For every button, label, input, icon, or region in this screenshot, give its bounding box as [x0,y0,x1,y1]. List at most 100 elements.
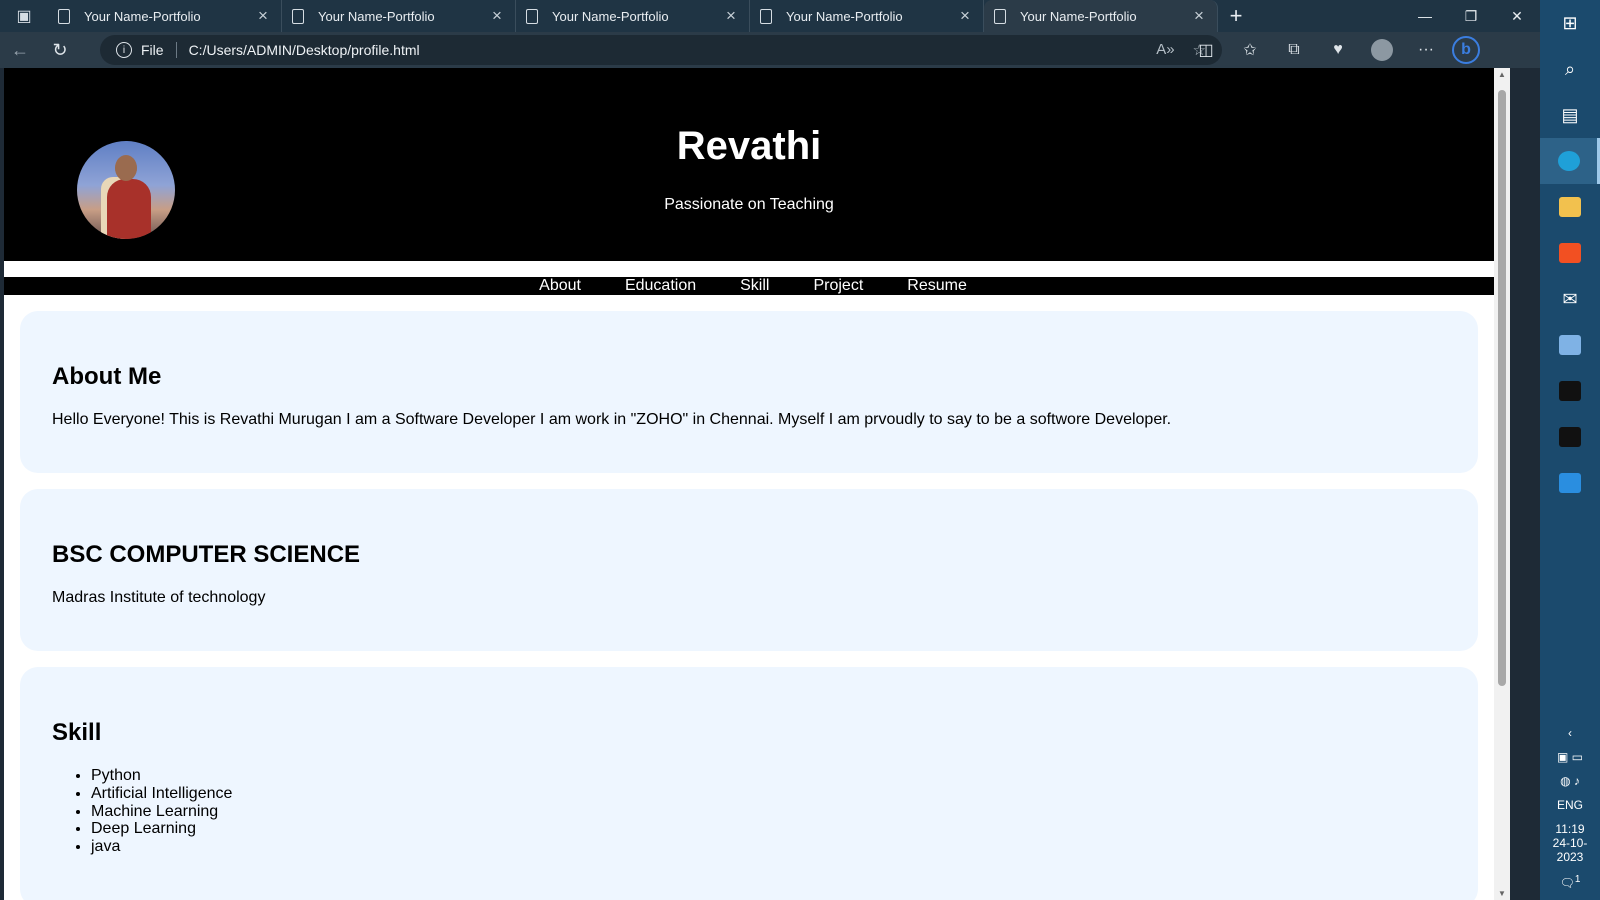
document-icon [292,8,304,24]
vscode-shape [1559,473,1581,493]
tab-title: Your Name-Portfolio [318,8,435,24]
store-bag-shape [1559,243,1581,263]
refresh-button[interactable]: ↻ [40,32,80,68]
language-indicator[interactable]: ENG [1540,798,1600,812]
terminal-shape [1559,381,1581,401]
close-window-button[interactable]: ✕ [1494,0,1540,32]
tab[interactable]: Your Name-Portfolio × [282,0,516,32]
show-hidden-icons-chevron-icon[interactable]: ‹ [1540,726,1600,740]
close-tab-icon[interactable]: × [255,6,271,26]
terminal-icon[interactable] [1540,368,1600,414]
clock-time: 11:19 [1555,822,1585,836]
back-button[interactable]: ← [0,32,40,68]
tab[interactable]: Your Name-Portfolio × [516,0,750,32]
skill-section: Skill Python Artificial Intelligence Mac… [20,667,1478,900]
close-tab-icon[interactable]: × [723,6,739,26]
close-tab-icon[interactable]: × [1191,6,1207,26]
list-item: java [91,838,1446,856]
tab-strip: ▣ Your Name-Portfolio × Your Name-Portfo… [0,0,1540,32]
close-tab-icon[interactable]: × [957,6,973,26]
about-section: About Me Hello Everyone! This is Revathi… [20,311,1478,473]
document-icon [526,8,538,24]
url-scheme: File [141,42,164,58]
document-icon [994,8,1006,24]
page-title: Revathi [676,124,822,168]
tab[interactable]: Your Name-Portfolio × [48,0,282,32]
edge-logo [1557,151,1580,171]
restore-button[interactable]: ❐ [1448,0,1494,32]
scrollbar-thumb[interactable] [1498,90,1506,686]
hero-header: Revathi Passionate on Teaching [4,68,1494,261]
store-icon[interactable] [1540,230,1600,276]
search-icon[interactable]: ⌕ [1540,46,1600,92]
nav-link-skill[interactable]: Skill [740,277,769,295]
skill-heading: Skill [52,719,102,746]
notifications-icon[interactable]: 🗨1 [1540,874,1600,890]
divider [175,42,177,58]
list-item: Deep Learning [91,820,1446,838]
info-icon[interactable]: i [116,42,132,58]
about-text: Hello Everyone! This is Revathi Murugan … [52,411,1172,428]
profile-avatar [1371,39,1393,61]
copilot-icon[interactable]: b [1452,36,1480,64]
nav-menu: About Education Skill Project Resume [4,277,1494,295]
education-section: BSC COMPUTER SCIENCE Madras Institute of… [20,489,1478,651]
tab-title: Your Name-Portfolio [552,8,669,24]
address-bar[interactable]: i File C:/Users/ADMIN/Desktop/profile.ht… [100,35,1222,65]
close-tab-icon[interactable]: × [489,6,505,26]
tab-actions-menu[interactable]: ▣ [0,0,48,32]
taskbar: ⊞ ⌕ ▤ ✉ ‹ ▣ ▭ ◍ ♪ ENG 11:19 24-10-2023 🗨… [1540,0,1600,900]
clock[interactable]: 11:19 24-10-2023 [1540,822,1600,864]
scroll-down-arrow-icon[interactable]: ▼ [1497,889,1507,898]
browser-essentials-icon[interactable]: ♥ [1320,35,1356,65]
split-screen-icon[interactable]: ◫ [1188,35,1224,65]
window-controls: — ❐ ✕ [1402,0,1540,32]
start-button[interactable]: ⊞ [1540,0,1600,46]
tab-actions-icon: ▣ [16,8,32,25]
nav-link-about[interactable]: About [539,277,581,295]
url-text[interactable]: C:/Users/ADMIN/Desktop/profile.html [189,42,420,58]
vscode-icon[interactable] [1540,460,1600,506]
tab-title: Your Name-Portfolio [84,8,201,24]
tray-icons[interactable]: ▣ ▭ [1540,750,1600,764]
file-explorer-icon[interactable] [1540,184,1600,230]
read-aloud-icon[interactable]: A» [1156,41,1174,59]
tab-title: Your Name-Portfolio [786,8,903,24]
folder-shape [1559,197,1581,217]
nav-link-project[interactable]: Project [813,277,863,295]
scroll-up-arrow-icon[interactable]: ▲ [1497,70,1507,79]
document-icon [760,8,772,24]
nav-link-resume[interactable]: Resume [907,277,967,295]
education-heading: BSC COMPUTER SCIENCE [52,541,361,568]
clock-date: 24-10-2023 [1552,836,1588,864]
tab[interactable]: Your Name-Portfolio × [750,0,984,32]
minimize-button[interactable]: — [1402,0,1448,32]
terminal-icon[interactable] [1540,414,1600,460]
skill-list: Python Artificial Intelligence Machine L… [91,767,1446,856]
task-view-icon[interactable]: ▤ [1540,92,1600,138]
about-heading: About Me [52,363,162,390]
browser-toolbar: ← ↻ i File C:/Users/ADMIN/Desktop/profil… [0,32,1540,68]
portfolio-page: Revathi Passionate on Teaching About Edu… [4,68,1494,900]
browser-tools: ◫ ✩ ⧉ ♥ ··· b [1188,32,1480,68]
favorites-icon[interactable]: ✩ [1232,35,1268,65]
mail-icon[interactable]: ✉ [1540,276,1600,322]
photos-icon[interactable] [1540,322,1600,368]
new-tab-button[interactable]: + [1218,3,1254,29]
nav-link-education[interactable]: Education [625,277,696,295]
collections-icon[interactable]: ⧉ [1276,35,1312,65]
network-volume-icons[interactable]: ◍ ♪ [1540,774,1600,788]
list-item: Artificial Intelligence [91,785,1446,803]
document-icon [58,8,70,24]
notification-badge: 1 [1574,874,1581,885]
edge-browser-icon[interactable] [1540,138,1600,184]
browser-window: ▣ Your Name-Portfolio × Your Name-Portfo… [0,0,1600,900]
system-tray: ‹ ▣ ▭ ◍ ♪ ENG 11:19 24-10-2023 🗨1 [1540,726,1600,900]
education-text: Madras Institute of technology [52,589,266,606]
profile-button[interactable] [1364,35,1400,65]
tagline: Passionate on Teaching [664,196,834,213]
more-options-icon[interactable]: ··· [1408,35,1444,65]
vertical-scrollbar[interactable]: ▲ ▼ [1494,68,1510,900]
tab-title: Your Name-Portfolio [1020,8,1137,24]
tab-active[interactable]: Your Name-Portfolio × [984,0,1218,32]
